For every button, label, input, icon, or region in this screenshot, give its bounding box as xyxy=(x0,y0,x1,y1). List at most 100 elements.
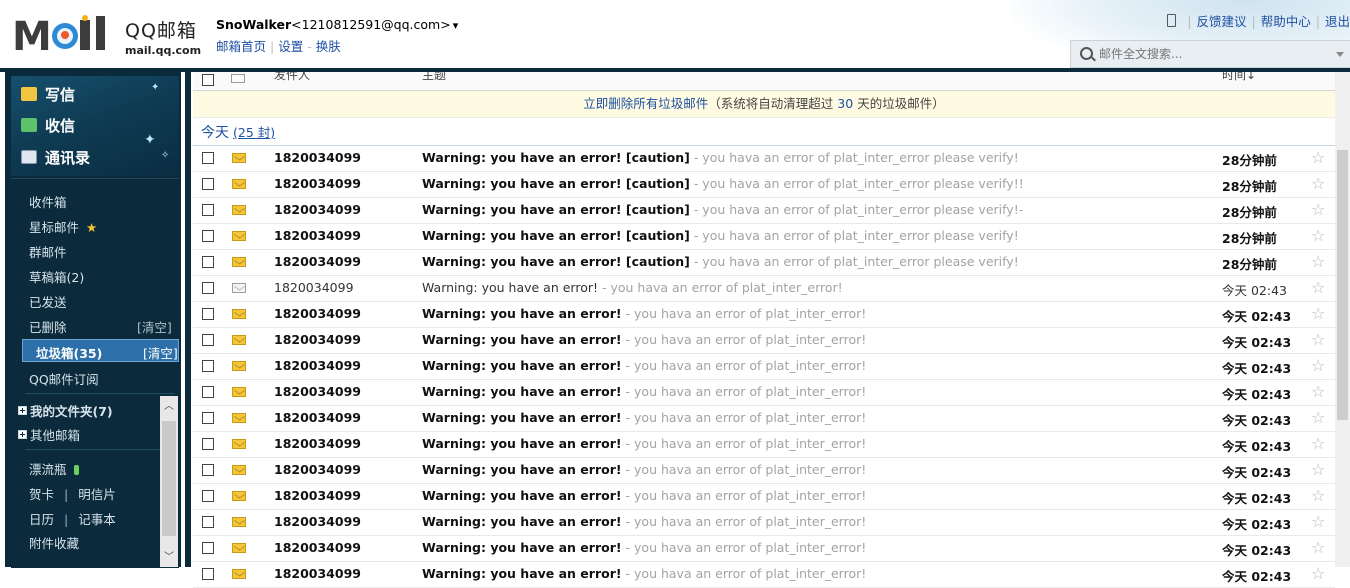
mail-row[interactable]: 1820034099 Warning: you have an error! [c… xyxy=(193,250,1335,276)
qq-mail-logo[interactable]: M xyxy=(12,14,122,56)
attachments-link[interactable]: 附件收藏 xyxy=(29,533,79,552)
mail-row[interactable]: 1820034099 Warning: you have an error! - … xyxy=(193,276,1335,302)
folder-subscriptions[interactable]: QQ邮件订阅 xyxy=(29,369,99,388)
mail-row[interactable]: 1820034099 Warning: you have an error! - … xyxy=(193,458,1335,484)
star-icon[interactable]: ☆ xyxy=(1311,460,1325,479)
account-switcher[interactable]: SnoWalker<1210812591@qq.com> ▾ xyxy=(216,17,458,32)
search-options-icon[interactable] xyxy=(1336,52,1344,57)
mail-sender[interactable]: 1820034099 xyxy=(274,176,361,191)
change-skin-link[interactable]: 换肤 xyxy=(316,39,341,54)
folder-drafts[interactable]: 草稿箱(2) xyxy=(29,267,84,286)
mail-row[interactable]: 1820034099 Warning: you have an error! - … xyxy=(193,432,1335,458)
mail-select-checkbox[interactable] xyxy=(202,360,214,372)
mail-select-checkbox[interactable] xyxy=(202,230,214,242)
mail-sender[interactable]: 1820034099 xyxy=(274,202,361,217)
mail-subject[interactable]: Warning: you have an error! - you hava a… xyxy=(422,280,843,295)
mail-subject[interactable]: Warning: you have an error! [caution] - … xyxy=(422,176,1024,191)
mail-select-checkbox[interactable] xyxy=(202,256,214,268)
drift-bottle-link[interactable]: 漂流瓶 xyxy=(29,459,79,478)
other-mailboxes-toggle[interactable]: 其他邮箱 xyxy=(18,425,80,444)
folder-inbox[interactable]: 收件箱 xyxy=(29,192,67,211)
mail-row[interactable]: 1820034099 Warning: you have an error! - … xyxy=(193,406,1335,432)
mail-row[interactable]: 1820034099 Warning: you have an error! [c… xyxy=(193,198,1335,224)
mail-sender[interactable]: 1820034099 xyxy=(274,306,361,321)
select-all-checkbox[interactable] xyxy=(202,74,214,86)
mail-select-checkbox[interactable] xyxy=(202,438,214,450)
subject-column-header[interactable]: 主题 xyxy=(422,72,446,83)
mail-select-checkbox[interactable] xyxy=(202,516,214,528)
sidebar-scrollbar[interactable]: ︿ ﹀ xyxy=(160,396,178,567)
mail-sender[interactable]: 1820034099 xyxy=(274,488,361,503)
mailbox-home-link[interactable]: 邮箱首页 xyxy=(216,39,266,54)
mail-subject[interactable]: Warning: you have an error! [caution] - … xyxy=(422,228,1019,243)
mail-select-checkbox[interactable] xyxy=(202,568,214,580)
scrollbar-thumb[interactable] xyxy=(1337,150,1348,420)
mail-subject[interactable]: Warning: you have an error! - you hava a… xyxy=(422,410,866,425)
scroll-down-icon[interactable]: ﹀ xyxy=(160,549,178,567)
logout-link[interactable]: 退出 xyxy=(1325,14,1350,29)
star-icon[interactable]: ☆ xyxy=(1311,148,1325,167)
star-icon[interactable]: ☆ xyxy=(1311,538,1325,557)
mail-sender[interactable]: 1820034099 xyxy=(274,332,361,347)
folder-starred[interactable]: 星标邮件 ★ xyxy=(29,217,97,236)
folder-spam[interactable]: 垃圾箱(35) [清空] xyxy=(22,339,179,362)
greeting-card-link[interactable]: 贺卡 xyxy=(29,487,54,502)
mail-row[interactable]: 1820034099 Warning: you have an error! - … xyxy=(193,562,1335,588)
notes-link[interactable]: 记事本 xyxy=(78,512,116,527)
star-icon[interactable]: ☆ xyxy=(1311,174,1325,193)
feedback-link[interactable]: 反馈建议 xyxy=(1197,14,1247,29)
mail-sender[interactable]: 1820034099 xyxy=(274,410,361,425)
mail-row[interactable]: 1820034099 Warning: you have an error! - … xyxy=(193,510,1335,536)
receive-button[interactable]: 收信 xyxy=(21,115,75,136)
mail-select-checkbox[interactable] xyxy=(202,386,214,398)
star-icon[interactable]: ☆ xyxy=(1311,226,1325,245)
mail-subject[interactable]: Warning: you have an error! - you hava a… xyxy=(422,488,866,503)
search-input[interactable] xyxy=(1097,46,1321,62)
star-icon[interactable]: ☆ xyxy=(1311,304,1325,323)
star-icon[interactable]: ☆ xyxy=(1311,330,1325,349)
search-icon[interactable] xyxy=(1080,47,1093,60)
group-count-link[interactable]: (25 封) xyxy=(233,125,275,140)
mail-select-checkbox[interactable] xyxy=(202,542,214,554)
mail-row[interactable]: 1820034099 Warning: you have an error! - … xyxy=(193,380,1335,406)
mail-subject[interactable]: Warning: you have an error! [caution] - … xyxy=(422,150,1019,165)
delete-all-spam-link[interactable]: 立即删除所有垃圾邮件 xyxy=(583,96,708,111)
star-icon[interactable]: ☆ xyxy=(1311,486,1325,505)
calendar-link[interactable]: 日历 xyxy=(29,512,54,527)
my-folders-toggle[interactable]: 我的文件夹(7) xyxy=(18,401,113,420)
time-column-header[interactable]: 时间↓ xyxy=(1222,72,1256,83)
mail-sender[interactable]: 1820034099 xyxy=(274,514,361,529)
mail-subject[interactable]: Warning: you have an error! [caution] - … xyxy=(422,254,1019,269)
mail-sender[interactable]: 1820034099 xyxy=(274,540,361,555)
mail-select-checkbox[interactable] xyxy=(202,308,214,320)
scroll-up-icon[interactable]: ︿ xyxy=(160,398,178,416)
folder-deleted[interactable]: 已删除 [清空] xyxy=(29,317,172,336)
mail-list-scrollbar[interactable] xyxy=(1335,72,1350,567)
mail-sender[interactable]: 1820034099 xyxy=(274,436,361,451)
mail-sender[interactable]: 1820034099 xyxy=(274,462,361,477)
mail-subject[interactable]: Warning: you have an error! [caution] - … xyxy=(422,202,1023,217)
envelope-column-icon[interactable] xyxy=(231,74,245,83)
star-icon[interactable]: ☆ xyxy=(1311,512,1325,531)
folder-group-mail[interactable]: 群邮件 xyxy=(29,242,67,261)
clear-deleted-button[interactable]: [清空] xyxy=(137,317,172,336)
mail-select-checkbox[interactable] xyxy=(202,152,214,164)
mail-subject[interactable]: Warning: you have an error! - you hava a… xyxy=(422,436,866,451)
mail-select-checkbox[interactable] xyxy=(202,178,214,190)
settings-link[interactable]: 设置 xyxy=(278,39,303,54)
star-icon[interactable]: ☆ xyxy=(1311,382,1325,401)
compose-button[interactable]: 写信 xyxy=(21,84,75,105)
mail-subject[interactable]: Warning: you have an error! - you hava a… xyxy=(422,358,866,373)
mail-sender[interactable]: 1820034099 xyxy=(274,254,361,269)
mail-sender[interactable]: 1820034099 xyxy=(274,228,361,243)
star-icon[interactable]: ☆ xyxy=(1311,356,1325,375)
mail-subject[interactable]: Warning: you have an error! - you hava a… xyxy=(422,384,866,399)
mail-subject[interactable]: Warning: you have an error! - you hava a… xyxy=(422,540,866,555)
star-icon[interactable]: ☆ xyxy=(1311,408,1325,427)
mail-subject[interactable]: Warning: you have an error! - you hava a… xyxy=(422,462,866,477)
mail-row[interactable]: 1820034099 Warning: you have an error! [c… xyxy=(193,146,1335,172)
mail-row[interactable]: 1820034099 Warning: you have an error! [c… xyxy=(193,224,1335,250)
star-icon[interactable]: ☆ xyxy=(1311,278,1325,297)
mail-subject[interactable]: Warning: you have an error! - you hava a… xyxy=(422,566,866,581)
mail-sender[interactable]: 1820034099 xyxy=(274,566,361,581)
